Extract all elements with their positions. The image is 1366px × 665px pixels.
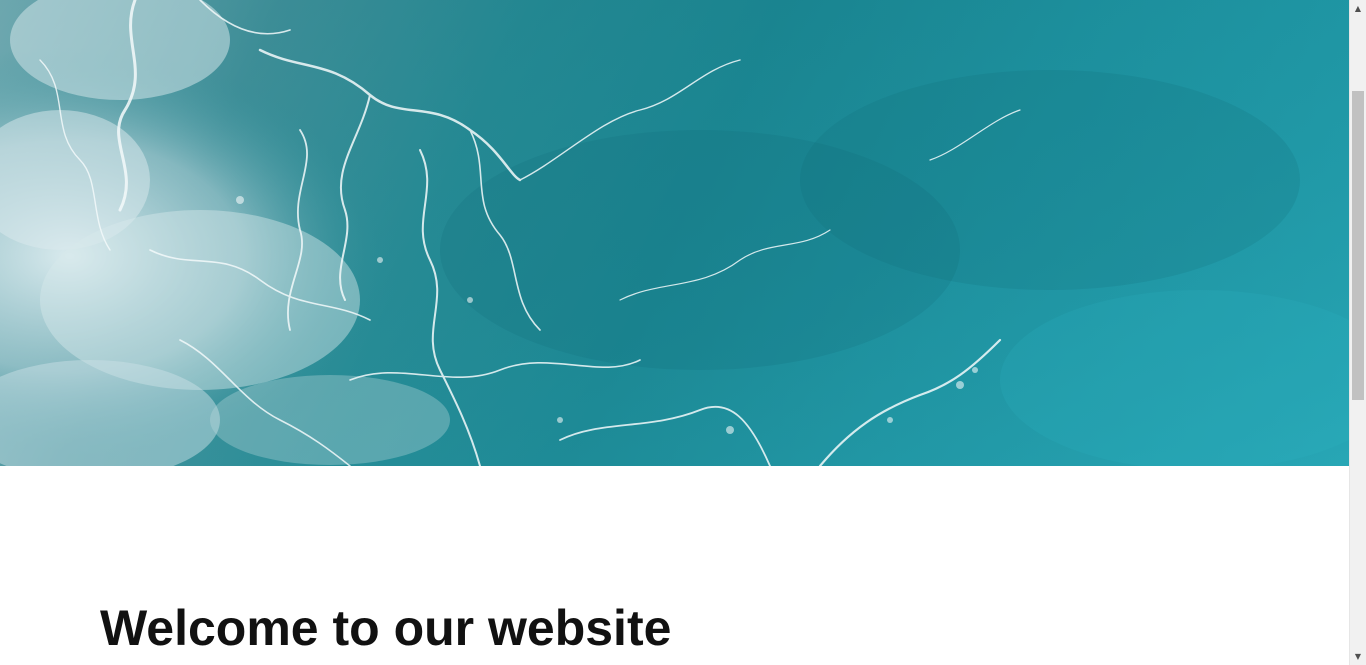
main-content: Welcome to our website bbox=[0, 466, 1349, 665]
scroll-down-arrow-icon[interactable]: ▼ bbox=[1350, 648, 1366, 665]
scrollbar-thumb[interactable] bbox=[1352, 91, 1364, 400]
ocean-waves-image bbox=[0, 0, 1349, 466]
scroll-up-arrow-icon[interactable]: ▲ bbox=[1350, 0, 1366, 17]
vertical-scrollbar[interactable]: ▲ ▼ bbox=[1349, 0, 1366, 665]
page-title: Welcome to our website bbox=[100, 600, 672, 656]
hero-image bbox=[0, 0, 1349, 466]
page-viewport: Welcome to our website bbox=[0, 0, 1349, 665]
